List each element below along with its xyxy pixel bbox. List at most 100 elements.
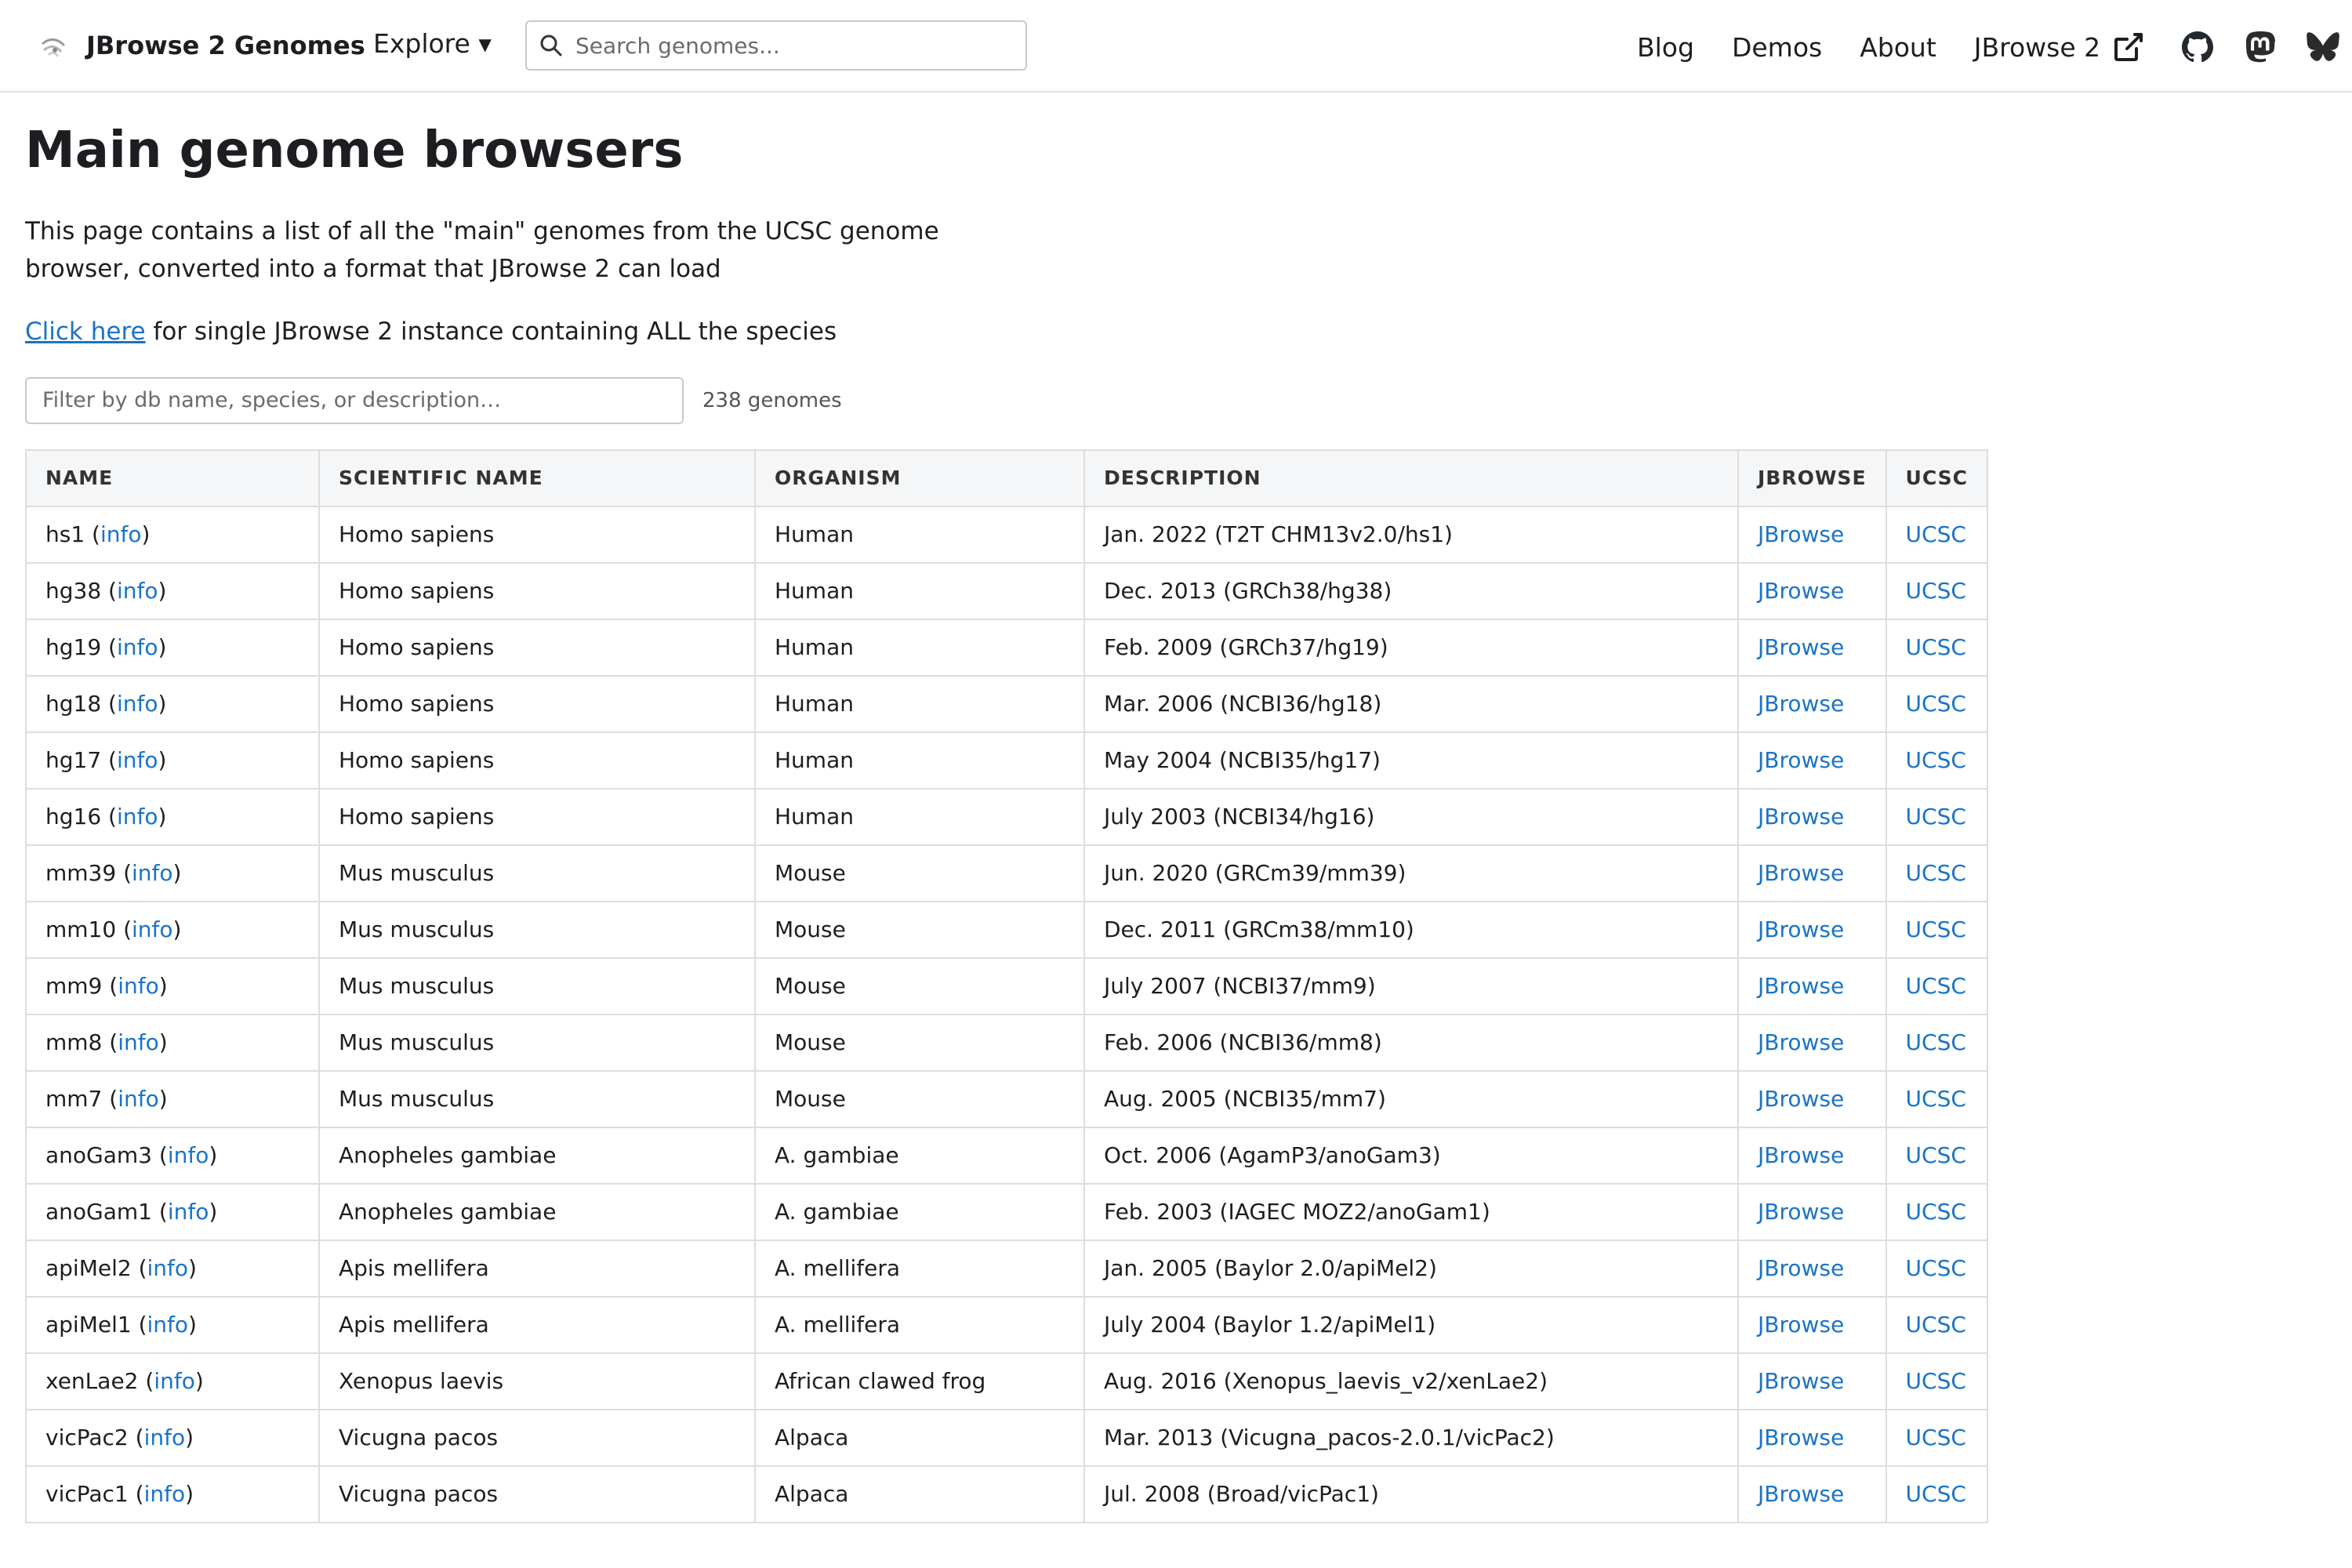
bluesky-icon[interactable] bbox=[2304, 28, 2342, 66]
ucsc-link[interactable]: UCSC bbox=[1906, 747, 1966, 773]
cell-organism: A. mellifera bbox=[754, 1295, 1085, 1354]
jbrowse-link[interactable]: JBrowse bbox=[1758, 521, 1844, 547]
page-title: Main genome browsers bbox=[25, 122, 684, 180]
jbrowse-link[interactable]: JBrowse bbox=[1758, 634, 1844, 660]
ucsc-link[interactable]: UCSC bbox=[1906, 1312, 1966, 1338]
table-row: hg38 (info) Homo sapiens Human Dec. 2013 (G… bbox=[25, 561, 1989, 620]
header-description[interactable]: DESCRIPTION bbox=[1083, 448, 1739, 507]
ucsc-link[interactable]: UCSC bbox=[1906, 634, 1966, 660]
ucsc-link[interactable]: UCSC bbox=[1906, 521, 1966, 547]
search-input[interactable] bbox=[574, 31, 1016, 60]
ucsc-link[interactable]: UCSC bbox=[1906, 1142, 1966, 1168]
cell-scientific-name: Mus musculus bbox=[318, 1013, 756, 1072]
info-link[interactable]: info bbox=[118, 973, 159, 999]
cell-jbrowse: JBrowse bbox=[1737, 561, 1887, 620]
info-link[interactable]: info bbox=[118, 1029, 159, 1055]
cell-ucsc: UCSC bbox=[1885, 844, 1989, 902]
info-link[interactable]: info bbox=[117, 578, 158, 604]
cell-jbrowse: JBrowse bbox=[1737, 1295, 1887, 1354]
info-link[interactable]: info bbox=[132, 916, 173, 942]
mastodon-icon[interactable] bbox=[2241, 28, 2279, 66]
jbrowse-link[interactable]: JBrowse bbox=[1758, 1255, 1844, 1281]
jbrowse-link[interactable]: JBrowse bbox=[1758, 1029, 1844, 1055]
header-scientific-name[interactable]: SCIENTIFIC NAME bbox=[318, 448, 756, 507]
jbrowse-link[interactable]: JBrowse bbox=[1758, 1425, 1844, 1450]
cell-organism: A. gambiae bbox=[754, 1126, 1085, 1185]
nav-demos-link[interactable]: Demos bbox=[1732, 32, 1822, 63]
cell-jbrowse: JBrowse bbox=[1737, 1069, 1887, 1128]
info-link[interactable]: info bbox=[168, 1199, 209, 1225]
ucsc-link[interactable]: UCSC bbox=[1906, 1368, 1966, 1394]
jbrowse-link[interactable]: JBrowse bbox=[1758, 804, 1844, 829]
jbrowse-link[interactable]: JBrowse bbox=[1758, 578, 1844, 604]
ucsc-link[interactable]: UCSC bbox=[1906, 1086, 1966, 1112]
external-link-icon[interactable] bbox=[2111, 30, 2146, 64]
nav-jbrowse2-link[interactable]: JBrowse 2 bbox=[1974, 32, 2100, 63]
info-link[interactable]: info bbox=[100, 521, 142, 547]
ucsc-link[interactable]: UCSC bbox=[1906, 1029, 1966, 1055]
ucsc-link[interactable]: UCSC bbox=[1906, 578, 1966, 604]
ucsc-link[interactable]: UCSC bbox=[1906, 973, 1966, 999]
jbrowse-link[interactable]: JBrowse bbox=[1758, 691, 1844, 717]
ucsc-link[interactable]: UCSC bbox=[1906, 804, 1966, 829]
info-link[interactable]: info bbox=[144, 1425, 186, 1450]
table-header-row: NAME SCIENTIFIC NAME ORGANISM DESCRIPTIO… bbox=[25, 448, 1989, 507]
ucsc-link[interactable]: UCSC bbox=[1906, 916, 1966, 942]
info-link[interactable]: info bbox=[168, 1142, 209, 1168]
header-name[interactable]: NAME bbox=[25, 448, 320, 507]
info-link[interactable]: info bbox=[118, 1086, 159, 1112]
github-icon[interactable] bbox=[2179, 28, 2216, 66]
cell-ucsc: UCSC bbox=[1885, 1465, 1989, 1523]
cell-organism: Alpaca bbox=[754, 1465, 1085, 1523]
click-here-link[interactable]: Click here bbox=[25, 318, 146, 346]
info-link[interactable]: info bbox=[147, 1255, 189, 1281]
brand-link[interactable]: JBrowse 2 Genomes bbox=[34, 24, 365, 67]
jbrowse-link[interactable]: JBrowse bbox=[1758, 860, 1844, 886]
jbrowse-link[interactable]: JBrowse bbox=[1758, 1368, 1844, 1394]
cell-description: Feb. 2003 (IAGEC MOZ2/anoGam1) bbox=[1083, 1182, 1739, 1241]
cell-description: July 2007 (NCBI37/mm9) bbox=[1083, 956, 1739, 1015]
jbrowse-link[interactable]: JBrowse bbox=[1758, 747, 1844, 773]
cell-scientific-name: Mus musculus bbox=[318, 956, 756, 1015]
table-row: xenLae2 (info) Xenopus laevis African claw… bbox=[25, 1352, 1989, 1410]
filter-input[interactable] bbox=[25, 376, 684, 424]
nav-blog-link[interactable]: Blog bbox=[1637, 32, 1694, 63]
ucsc-link[interactable]: UCSC bbox=[1906, 1255, 1966, 1281]
cell-description: Mar. 2013 (Vicugna_pacos-2.0.1/vicPac2) bbox=[1083, 1408, 1739, 1467]
genome-db-name: mm8 bbox=[45, 1029, 103, 1056]
cell-scientific-name: Homo sapiens bbox=[318, 787, 756, 846]
ucsc-link[interactable]: UCSC bbox=[1906, 1481, 1966, 1507]
info-link[interactable]: info bbox=[154, 1368, 195, 1394]
cell-ucsc: UCSC bbox=[1885, 1295, 1989, 1354]
info-link[interactable]: info bbox=[117, 691, 158, 717]
ucsc-link[interactable]: UCSC bbox=[1906, 1425, 1966, 1450]
jbrowse-link[interactable]: JBrowse bbox=[1758, 1086, 1844, 1112]
cell-organism: Human bbox=[754, 787, 1085, 846]
ucsc-link[interactable]: UCSC bbox=[1906, 1199, 1966, 1225]
jbrowse-link[interactable]: JBrowse bbox=[1758, 1312, 1844, 1338]
info-link[interactable]: info bbox=[144, 1481, 186, 1507]
cell-name: hg17 (info) bbox=[25, 731, 320, 789]
info-link[interactable]: info bbox=[117, 634, 158, 660]
ucsc-link[interactable]: UCSC bbox=[1906, 860, 1966, 886]
header-ucsc: UCSC bbox=[1885, 448, 1989, 507]
cell-description: May 2004 (NCBI35/hg17) bbox=[1083, 731, 1739, 789]
info-link[interactable]: info bbox=[117, 747, 158, 773]
jbrowse-link[interactable]: JBrowse bbox=[1758, 1142, 1844, 1168]
header-organism[interactable]: ORGANISM bbox=[754, 448, 1085, 507]
top-navbar: JBrowse 2 Genomes Explore ▾ Blog Demos A… bbox=[0, 0, 2352, 93]
jbrowse-link[interactable]: JBrowse bbox=[1758, 973, 1844, 999]
jbrowse-link[interactable]: JBrowse bbox=[1758, 916, 1844, 942]
info-link[interactable]: info bbox=[147, 1312, 189, 1338]
genome-db-name: hg17 bbox=[45, 747, 102, 774]
explore-menu[interactable]: Explore ▾ bbox=[373, 28, 492, 59]
nav-about-link[interactable]: About bbox=[1860, 32, 1936, 63]
jbrowse-link[interactable]: JBrowse bbox=[1758, 1199, 1844, 1225]
jbrowse-link[interactable]: JBrowse bbox=[1758, 1481, 1844, 1507]
cell-description: Jun. 2020 (GRCm39/mm39) bbox=[1083, 844, 1739, 902]
cell-jbrowse: JBrowse bbox=[1737, 1013, 1887, 1072]
cell-ucsc: UCSC bbox=[1885, 1408, 1989, 1467]
info-link[interactable]: info bbox=[132, 860, 173, 886]
ucsc-link[interactable]: UCSC bbox=[1906, 691, 1966, 717]
info-link[interactable]: info bbox=[117, 804, 158, 829]
